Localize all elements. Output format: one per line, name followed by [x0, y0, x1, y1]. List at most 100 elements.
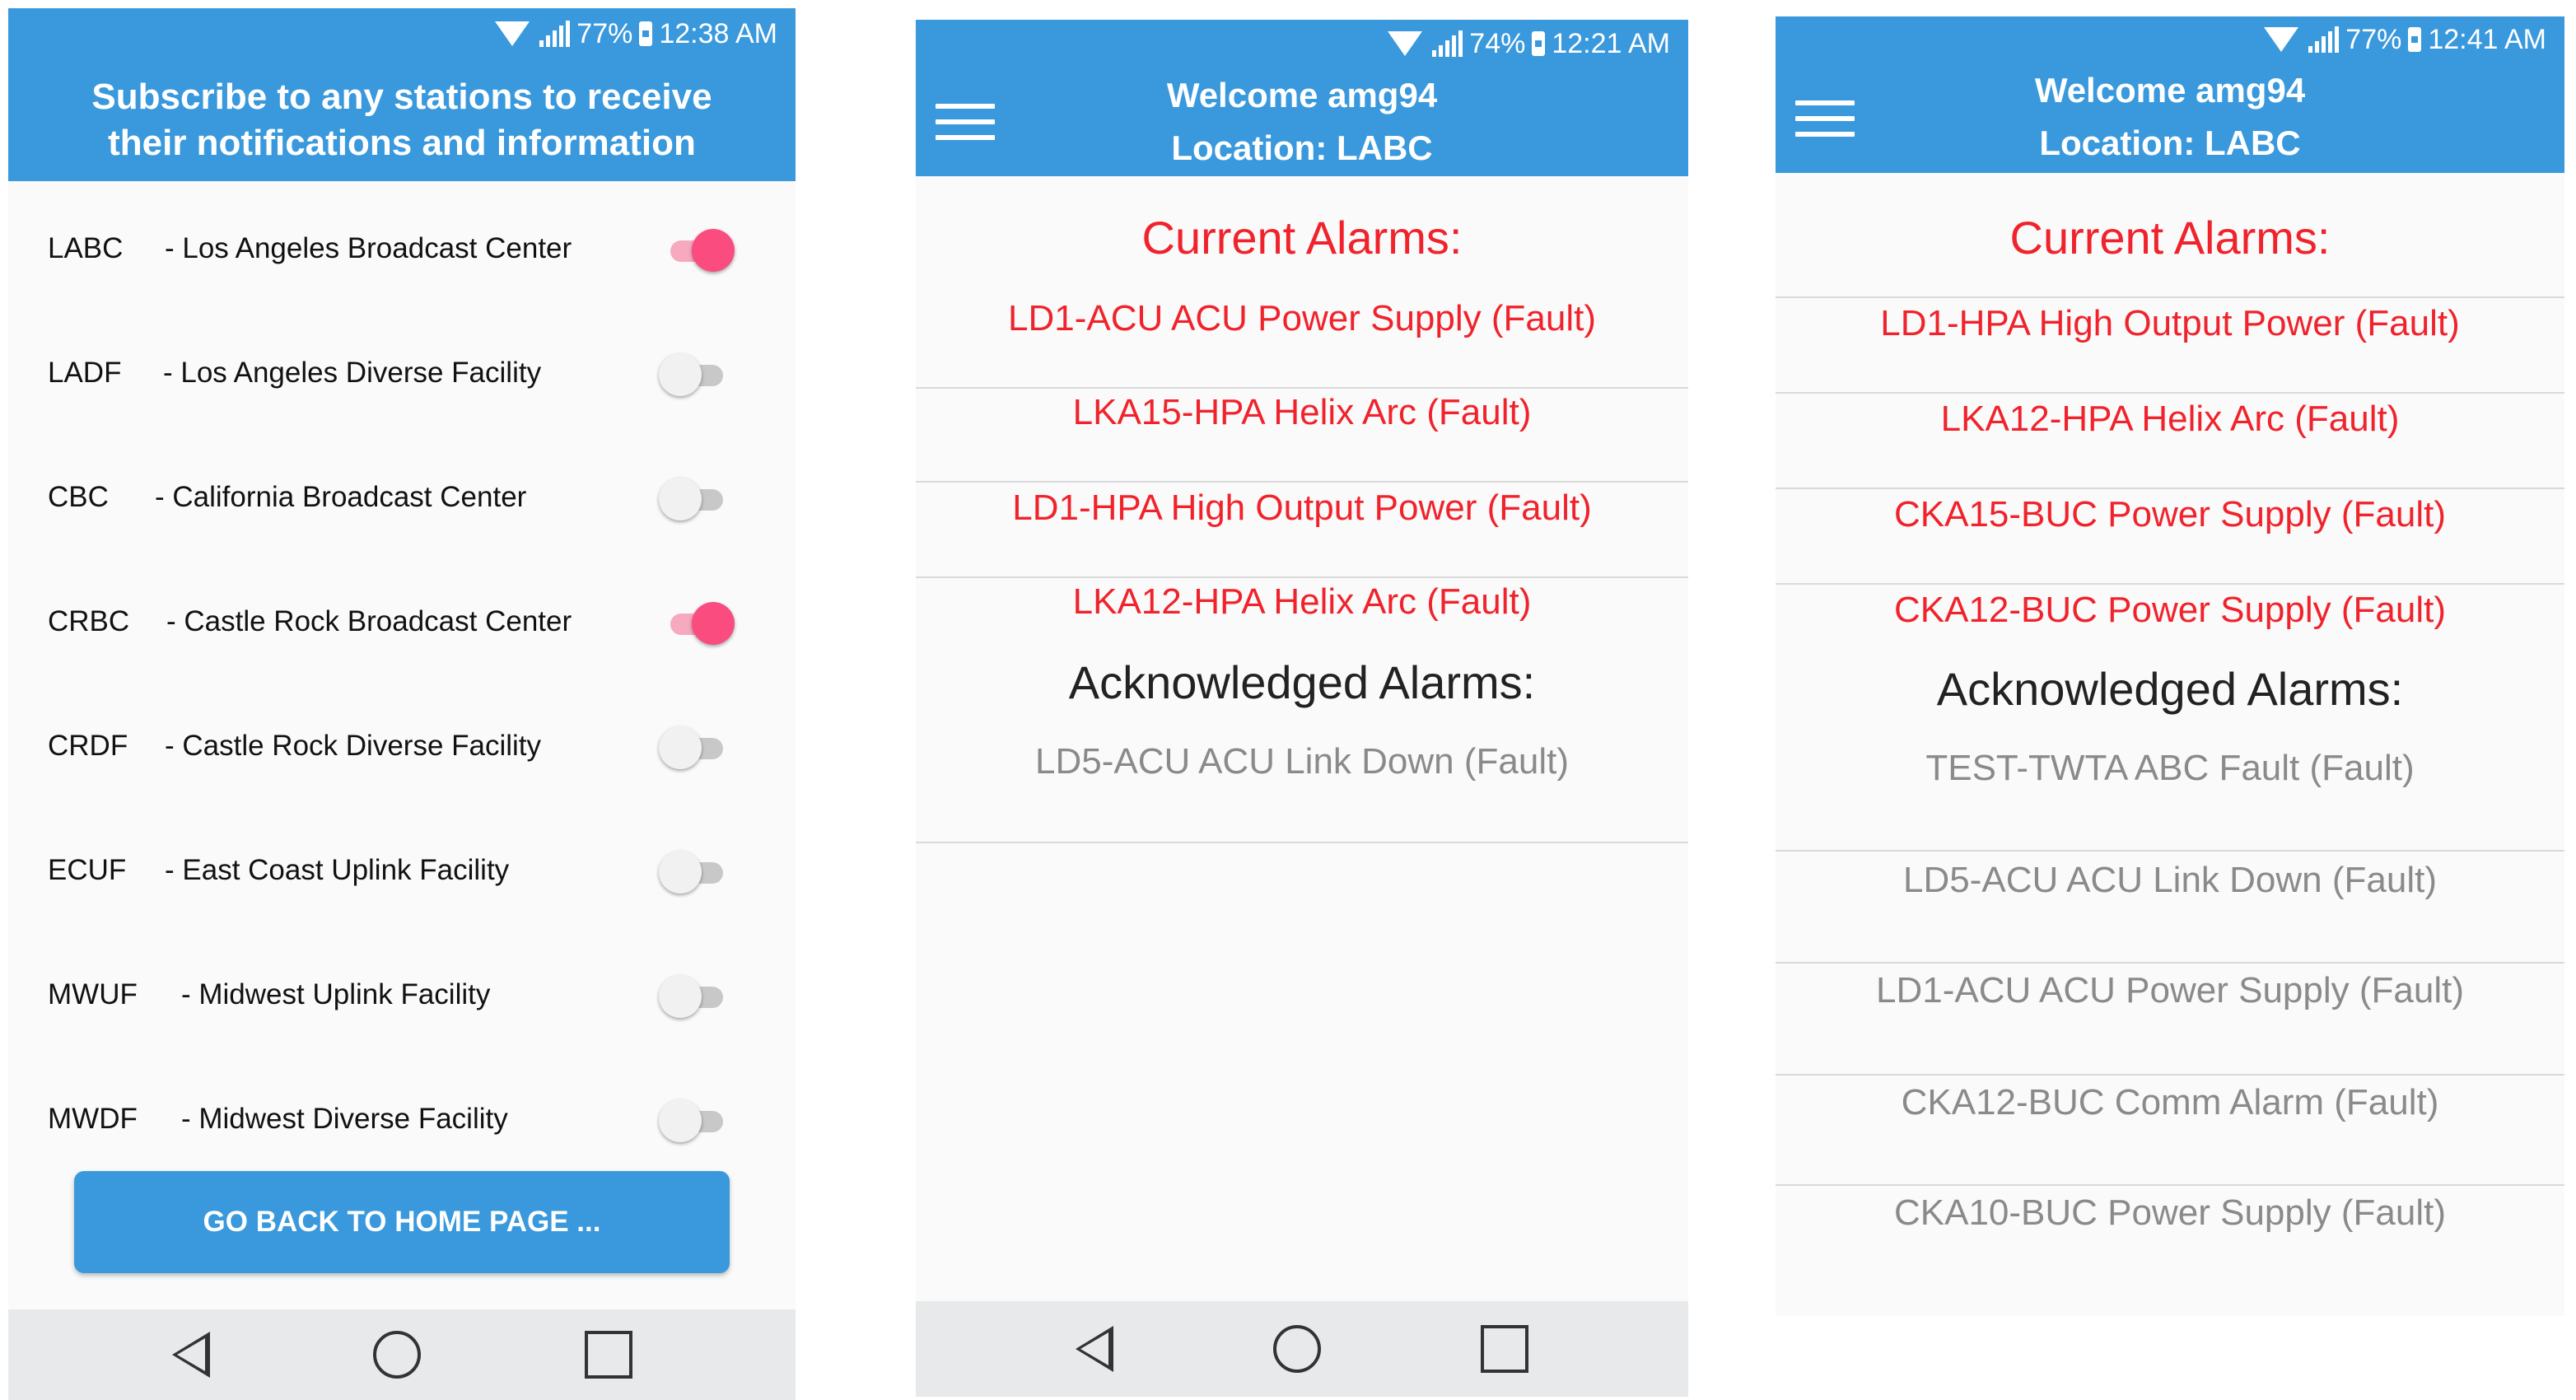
- station-code: LADF: [48, 357, 122, 389]
- wifi-icon: [495, 21, 530, 46]
- location-text: Location: LABC: [2039, 124, 2301, 162]
- divider: [1776, 488, 2564, 489]
- cbc-toggle[interactable]: [659, 476, 735, 522]
- station-row-mwuf: MWUF - Midwest Uplink Facility: [8, 955, 796, 1038]
- acknowledged-alarms-title: Acknowledged Alarms:: [1936, 663, 2404, 715]
- divider: [916, 576, 1688, 578]
- battery-icon: [2408, 27, 2422, 52]
- recents-icon[interactable]: [1481, 1325, 1528, 1373]
- ecuf-toggle[interactable]: [659, 849, 735, 895]
- station-code: CBC: [48, 481, 109, 513]
- divider: [916, 481, 1688, 483]
- station-row-ecuf: ECUF - East Coast Uplink Facility: [8, 831, 796, 913]
- acknowledged-alarm-item[interactable]: TEST-TWTA ABC Fault (Fault): [1776, 748, 2564, 789]
- battery-percent: 74%: [1469, 27, 1526, 59]
- station-name: - Los Angeles Diverse Facility: [163, 357, 542, 389]
- divider: [1776, 962, 2564, 964]
- signal-icon: [2308, 26, 2340, 53]
- subscribe-screen: 77% 12:38 AM Subscribe to any stations t…: [8, 8, 796, 1400]
- current-alarm-item[interactable]: LD1-ACU ACU Power Supply (Fault): [916, 298, 1688, 339]
- wifi-icon: [1388, 31, 1423, 56]
- header: Welcome amg94 Location: LABC: [916, 68, 1688, 176]
- divider: [1776, 1184, 2564, 1186]
- back-icon[interactable]: [171, 1332, 210, 1378]
- home-icon[interactable]: [373, 1331, 421, 1379]
- status-bar: 77% 12:38 AM: [8, 8, 796, 59]
- station-row-mwdf: MWDF - Midwest Diverse Facility: [8, 1080, 796, 1162]
- battery-icon: [1532, 31, 1546, 56]
- station-row-ladf: LADF - Los Angeles Diverse Facility: [8, 334, 796, 416]
- header-line-1: Subscribe to any stations to receive: [91, 77, 712, 117]
- battery-percent: 77%: [576, 17, 633, 49]
- station-code: ECUF: [48, 854, 127, 886]
- station-code: LABC: [48, 232, 124, 264]
- battery-percent: 77%: [2345, 23, 2402, 55]
- welcome-text: Welcome amg94: [2034, 71, 2306, 110]
- divider: [1776, 583, 2564, 585]
- clock: 12:38 AM: [659, 17, 777, 49]
- home-icon[interactable]: [1273, 1325, 1321, 1373]
- current-alarm-item[interactable]: CKA12-BUC Power Supply (Fault): [1776, 590, 2564, 631]
- current-alarms-title: Current Alarms:: [2009, 212, 2331, 264]
- recents-icon[interactable]: [584, 1331, 632, 1379]
- station-name: - Midwest Uplink Facility: [181, 978, 491, 1010]
- station-name: - Castle Rock Broadcast Center: [166, 605, 572, 637]
- station-code: MWUF: [48, 978, 138, 1010]
- acknowledged-alarm-item[interactable]: LD5-ACU ACU Link Down (Fault): [916, 741, 1688, 782]
- battery-icon: [639, 21, 653, 46]
- current-alarm-item[interactable]: LD1-HPA High Output Power (Fault): [916, 488, 1688, 529]
- signal-icon: [1432, 30, 1463, 57]
- current-alarm-item[interactable]: CKA15-BUC Power Supply (Fault): [1776, 494, 2564, 535]
- acknowledged-alarm-item[interactable]: CKA10-BUC Power Supply (Fault): [1776, 1192, 2564, 1234]
- station-row-cbc: CBC - California Broadcast Center: [8, 458, 796, 540]
- station-name: - East Coast Uplink Facility: [165, 854, 510, 886]
- divider: [916, 842, 1688, 843]
- alarms-screen-1: 74% 12:21 AM Welcome amg94 Location: LAB…: [916, 20, 1688, 1397]
- alarms-screen-2: 77% 12:41 AM Welcome amg94 Location: LAB…: [1776, 16, 2564, 1316]
- labc-toggle[interactable]: [659, 227, 735, 273]
- station-row-crbc: CRBC - Castle Rock Broadcast Center: [8, 582, 796, 665]
- ladf-toggle[interactable]: [659, 352, 735, 398]
- mwuf-toggle[interactable]: [659, 973, 735, 1020]
- station-name: - Los Angeles Broadcast Center: [165, 232, 572, 264]
- header: Welcome amg94 Location: LABC: [1776, 63, 2564, 173]
- current-alarm-item[interactable]: LKA12-HPA Helix Arc (Fault): [916, 581, 1688, 623]
- crdf-toggle[interactable]: [659, 725, 735, 771]
- station-code: CRBC: [48, 605, 130, 637]
- current-alarms-title: Current Alarms:: [1141, 212, 1463, 264]
- current-alarm-item[interactable]: LKA12-HPA Helix Arc (Fault): [1776, 399, 2564, 440]
- station-name: - Midwest Diverse Facility: [181, 1103, 508, 1135]
- go-back-home-button[interactable]: GO BACK TO HOME PAGE ...: [74, 1171, 730, 1273]
- status-bar: 74% 12:21 AM: [916, 20, 1688, 68]
- nav-bar: [8, 1309, 796, 1400]
- nav-bar: [916, 1301, 1688, 1397]
- acknowledged-alarm-item[interactable]: LD1-ACU ACU Power Supply (Fault): [1776, 970, 2564, 1011]
- divider: [916, 387, 1688, 389]
- station-row-crdf: CRDF - Castle Rock Diverse Facility: [8, 707, 796, 789]
- acknowledged-alarms-title: Acknowledged Alarms:: [1068, 656, 1536, 708]
- crbc-toggle[interactable]: [659, 600, 735, 646]
- divider: [1776, 296, 2564, 298]
- divider: [1776, 392, 2564, 394]
- acknowledged-alarm-item[interactable]: LD5-ACU ACU Link Down (Fault): [1776, 860, 2564, 901]
- welcome-text: Welcome amg94: [1166, 76, 1438, 114]
- current-alarm-item[interactable]: LD1-HPA High Output Power (Fault): [1776, 303, 2564, 344]
- divider: [1776, 1074, 2564, 1076]
- acknowledged-alarm-item[interactable]: CKA12-BUC Comm Alarm (Fault): [1776, 1082, 2564, 1123]
- back-icon[interactable]: [1076, 1326, 1113, 1372]
- header: Subscribe to any stations to receive the…: [8, 59, 796, 181]
- current-alarm-item[interactable]: LKA15-HPA Helix Arc (Fault): [916, 392, 1688, 433]
- status-bar: 77% 12:41 AM: [1776, 16, 2564, 63]
- divider: [1776, 850, 2564, 852]
- mwdf-toggle[interactable]: [659, 1098, 735, 1144]
- location-text: Location: LABC: [1171, 128, 1433, 167]
- signal-icon: [539, 21, 571, 47]
- clock: 12:41 AM: [2428, 23, 2546, 55]
- header-line-2: their notifications and information: [108, 123, 696, 163]
- station-row-labc: LABC - Los Angeles Broadcast Center: [8, 209, 796, 292]
- station-name: - Castle Rock Diverse Facility: [165, 730, 542, 762]
- station-code: CRDF: [48, 730, 128, 762]
- wifi-icon: [2264, 27, 2299, 52]
- clock: 12:21 AM: [1552, 27, 1670, 59]
- station-code: MWDF: [48, 1103, 138, 1135]
